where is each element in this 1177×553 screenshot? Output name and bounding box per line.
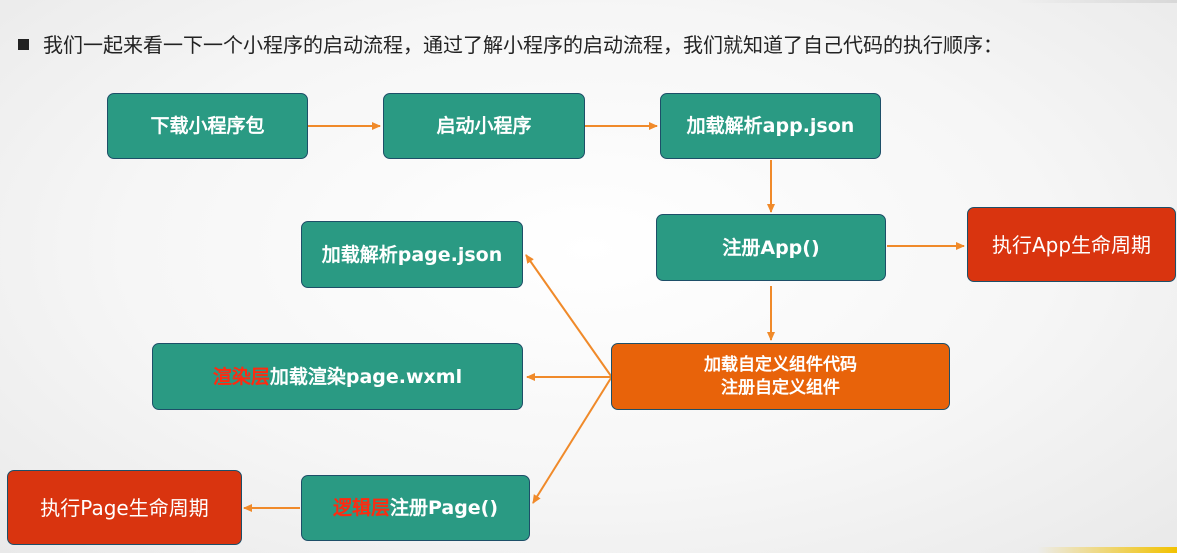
node-app-lifecycle-label: 执行App生命周期 [991,232,1152,257]
node-parse-page-json-label: 加载解析page.json [321,243,503,266]
arrow-components-to-page-json [525,254,612,377]
node-render-layer-label: 渲染层 [212,365,270,388]
node-launch-miniprogram-label: 启动小程序 [436,115,532,137]
node-page-lifecycle-label: 执行Page生命周期 [40,495,209,520]
node-custom-components-line1: 加载自定义组件代码 [704,354,857,375]
node-app-lifecycle: 执行App生命周期 [967,207,1176,282]
node-logic-layer-label: 逻辑层 [332,497,390,519]
node-download-package: 下载小程序包 [107,93,308,159]
node-custom-components-line2: 注册自定义组件 [721,377,840,398]
node-page-lifecycle: 执行Page生命周期 [7,470,242,545]
node-register-page: 逻辑层 注册Page() [301,475,530,541]
bottom-decor [1037,547,1177,553]
node-parse-app-json-label: 加载解析app.json [686,115,855,137]
node-render-page-wxml-label: 加载渲染page.wxml [269,365,463,388]
node-register-page-label: 注册Page() [389,497,499,519]
node-download-package-label: 下载小程序包 [150,115,265,137]
node-register-app-label: 注册App() [722,236,820,259]
node-render-page-wxml: 渲染层 加载渲染page.wxml [152,343,523,410]
node-custom-components: 加载自定义组件代码 注册自定义组件 [611,343,950,410]
node-register-app: 注册App() [656,214,886,281]
node-parse-page-json: 加载解析page.json [301,221,523,288]
arrow-components-to-logic [532,377,612,504]
node-launch-miniprogram: 启动小程序 [383,93,585,159]
node-parse-app-json: 加载解析app.json [660,93,881,159]
